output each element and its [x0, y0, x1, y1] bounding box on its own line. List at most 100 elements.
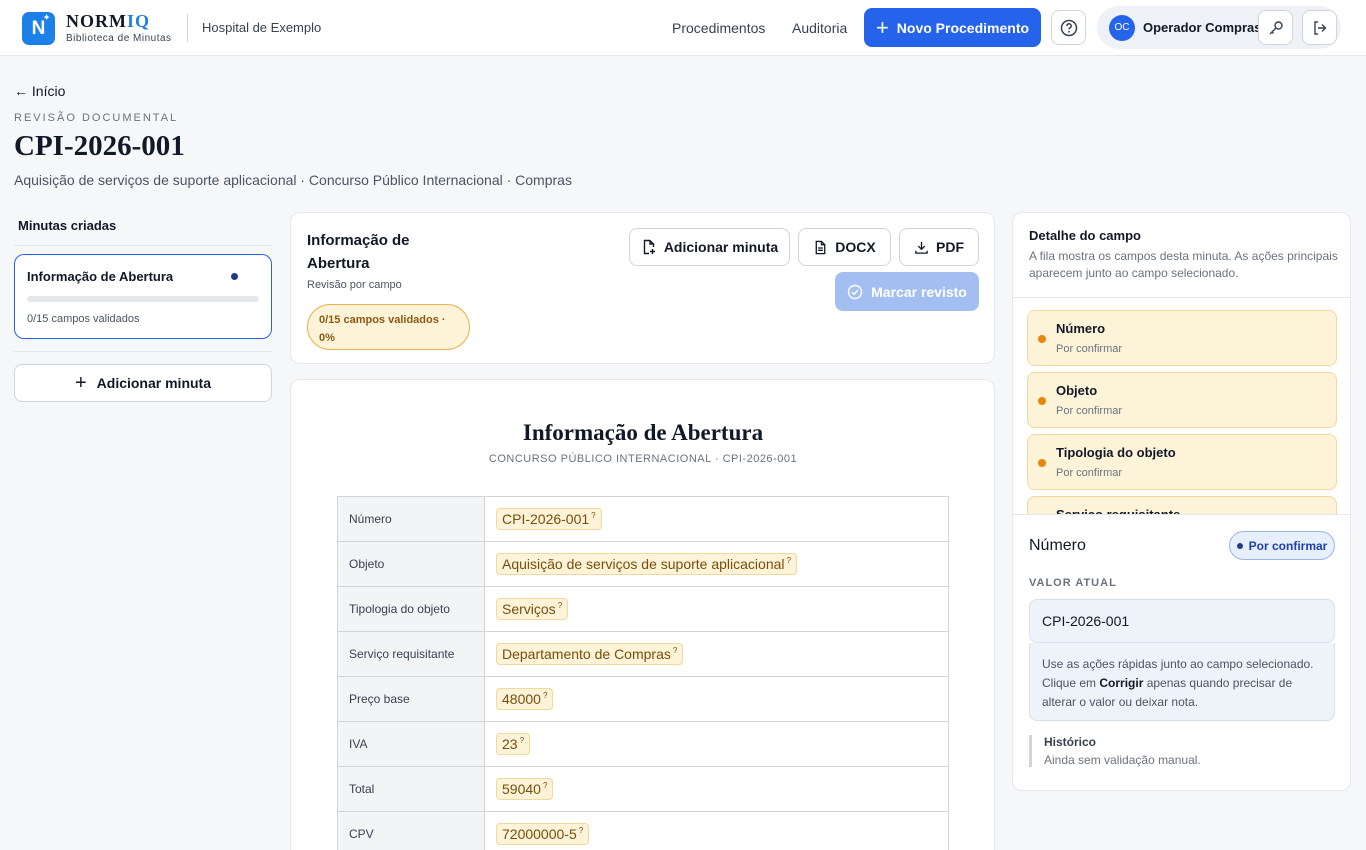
plus-icon: + [875, 14, 889, 40]
field-value-cell: 23? [484, 721, 949, 767]
field-label: Tipologia do objeto [337, 586, 485, 632]
field-value-cell: 48000? [484, 676, 949, 722]
file-plus-icon [643, 239, 655, 255]
download-icon [915, 241, 928, 254]
export-pdf-button[interactable]: PDF [899, 228, 979, 266]
queue-item-status: Por confirmar [1056, 343, 1123, 355]
back-link[interactable]: ← Início [14, 83, 65, 99]
queue-item-name: Serviço requisitante [1056, 507, 1181, 515]
field-value-chip[interactable]: 59040? [496, 778, 554, 800]
corrigir-keyword: Corrigir [1099, 676, 1144, 690]
history-heading: Histórico [1044, 735, 1097, 749]
minuta-header-subtitle: Revisão por campo [307, 279, 402, 291]
pending-dot [1038, 459, 1046, 467]
field-queue[interactable]: Número Por confirmar Objeto Por confirmar Ti… [1013, 297, 1350, 515]
field-value-chip[interactable]: CPI-2026-001? [496, 508, 602, 530]
field-value-chip[interactable]: 72000000-5? [496, 823, 590, 845]
pending-marker: ? [786, 556, 791, 566]
document-preview: Informação de Abertura CONCURSO PÚBLICO … [290, 379, 995, 850]
field-value-chip[interactable]: Aquisição de serviços de suporte aplicac… [496, 553, 797, 575]
user-menu: OC Operador Compras [1097, 6, 1341, 49]
pending-marker: ? [672, 646, 678, 656]
field-row[interactable]: Objeto Aquisição de serviços de suporte a… [337, 541, 949, 587]
field-value-cell: Serviços? [484, 586, 949, 632]
divider [14, 245, 272, 246]
minuta-card[interactable]: Informação de Abertura 0/15 campos valid… [14, 254, 272, 339]
document-icon [815, 240, 826, 254]
brand: NORMIQ Biblioteca de Minutas [66, 11, 172, 44]
hint-text: Use as ações rápidas junto ao campo sele… [1029, 643, 1335, 721]
field-detail-panel: Detalhe do campo A fila mostra os campos… [1012, 212, 1351, 791]
field-value-chip[interactable]: 48000? [496, 688, 554, 710]
field-value-chip[interactable]: 23? [496, 733, 531, 755]
pending-marker: ? [519, 736, 525, 746]
field-label: CPV [337, 811, 485, 850]
field-row[interactable]: Total 59040? [337, 766, 949, 812]
help-icon [1060, 19, 1077, 36]
export-docx-button[interactable]: DOCX [798, 228, 891, 266]
new-procedure-button[interactable]: + Novo Procedimento [864, 8, 1041, 47]
nav-auditoria[interactable]: Auditoria [792, 20, 847, 36]
avatar[interactable]: OC [1109, 15, 1135, 41]
divider [14, 351, 272, 352]
document-subtitle: CONCURSO PÚBLICO INTERNACIONAL · CPI-202… [488, 453, 798, 465]
minuta-title: Informação de Abertura [27, 269, 174, 284]
logout-icon [1313, 20, 1326, 35]
progress-pill: 0/15 campos validados · 0% [307, 304, 470, 350]
user-name: Operador Compras [1143, 20, 1262, 35]
page-subtitle: Aquisição de serviços de suporte aplicac… [14, 172, 572, 188]
field-label: Serviço requisitante [337, 631, 485, 677]
current-value: CPI-2026-001 [1029, 599, 1335, 643]
queue-item-name: Número [1056, 321, 1106, 336]
minuta-header-card: Informação de Abertura Revisão por campo… [290, 212, 995, 364]
field-row[interactable]: Serviço requisitante Departamento de Comp… [337, 631, 949, 677]
detail-heading: Detalhe do campo [1029, 228, 1141, 243]
arrow-left-icon: ← [14, 83, 32, 99]
logout-button[interactable] [1302, 10, 1337, 45]
add-minuta-button[interactable]: + Adicionar minuta [14, 364, 272, 402]
field-row[interactable]: IVA 23? [337, 721, 949, 767]
queue-item[interactable]: Tipologia do objeto Por confirmar [1027, 434, 1337, 490]
field-value-cell: Aquisição de serviços de suporte aplicac… [484, 541, 949, 587]
brand-name: NORMIQ [66, 11, 151, 31]
status-dot [1236, 542, 1243, 549]
field-value-cell: 59040? [484, 766, 949, 812]
queue-item-name: Objeto [1056, 383, 1098, 398]
page-title: CPI-2026-001 [14, 130, 185, 162]
current-value-label: VALOR ATUAL [1029, 577, 1117, 589]
queue-item[interactable]: Serviço requisitantePor confirmar [1027, 496, 1337, 515]
minutas-heading: Minutas criadas [18, 218, 117, 233]
history-text: Ainda sem validação manual. [1044, 753, 1201, 767]
queue-item-status: Por confirmar [1056, 405, 1123, 417]
pending-marker: ? [542, 691, 548, 701]
plus-icon: + [74, 372, 87, 394]
field-row[interactable]: CPV 72000000-5? [337, 811, 949, 850]
field-label: Número [337, 496, 485, 542]
pending-dot [1038, 335, 1046, 343]
field-row[interactable]: Tipologia do objeto Serviços? [337, 586, 949, 632]
pending-dot [1038, 397, 1046, 405]
check-circle-icon [847, 284, 863, 299]
pending-marker: ? [542, 781, 548, 791]
add-minuta-button-header[interactable]: Adicionar minuta [629, 228, 790, 266]
queue-item[interactable]: Objeto Por confirmar [1027, 372, 1337, 428]
field-label: Objeto [337, 541, 485, 587]
status-badge: Por confirmar [1229, 531, 1335, 560]
field-value-cell: Departamento de Compras? [484, 631, 949, 677]
key-icon [1269, 20, 1283, 34]
help-button[interactable] [1051, 10, 1086, 45]
field-row[interactable]: Preço base 48000? [337, 676, 949, 722]
queue-item[interactable]: Número Por confirmar [1027, 310, 1337, 366]
top-bar: N ✦ NORMIQ Biblioteca de Minutas Hospital… [0, 0, 1366, 56]
field-value-chip[interactable]: Departamento de Compras? [496, 643, 684, 665]
pending-marker: ? [578, 826, 584, 836]
field-value-cell: CPI-2026-001? [484, 496, 949, 542]
change-password-button[interactable] [1258, 10, 1293, 45]
queue-item-name: Tipologia do objeto [1056, 445, 1176, 460]
nav-procedimentos[interactable]: Procedimentos [672, 20, 765, 36]
pending-marker: ? [591, 511, 596, 521]
field-value-chip[interactable]: Serviços? [496, 598, 569, 620]
mark-reviewed-button[interactable]: Marcar revisto [835, 272, 979, 311]
app-logo[interactable]: N ✦ [22, 12, 55, 45]
field-row[interactable]: Número CPI-2026-001? [337, 496, 949, 542]
